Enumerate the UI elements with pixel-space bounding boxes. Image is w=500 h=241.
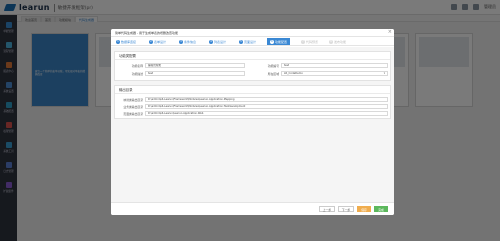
base-config-panel: 功能类配置 功能名称 编辑管理类 功能编号 test 功能描述 test 所在区… [114,51,391,81]
dialog-body: 功能类配置 功能名称 编辑管理类 功能编号 test 功能描述 test 所在区… [111,47,394,202]
field-label: 映射类输出目录 [123,98,143,102]
output-directory-panel: 输出目录 映射类输出目录 D:\admin\LR-Learun\Framewor… [114,85,391,119]
function-code-input[interactable]: test [281,63,388,68]
step-label: 代码预览 [306,39,319,44]
save-button[interactable]: 保存 [357,206,371,212]
area-select[interactable]: LR_CodeDemo ▾ [281,71,388,76]
step-number: 4 [209,39,213,44]
step-label: 发布功能 [334,39,347,44]
step-number: 8 [329,39,333,44]
dialog-footer: 上一步 下一步 保存 完成 [111,202,394,215]
step-3[interactable]: 3 条件信息 [179,39,196,44]
step-7[interactable]: 7 代码预览 [301,39,318,44]
business-output-dir-input[interactable]: D:\admin\LR-Learun\Framework\Modules\Lea… [145,104,388,109]
step-6[interactable]: 6 功能配置 [267,38,291,45]
field-label: 所在区域 [267,72,279,76]
field-label: 业务类输出目录 [123,105,143,109]
field-label: 功能名称 [131,64,143,68]
chevron-down-icon: ▾ [383,72,385,75]
step-number: 5 [239,39,243,44]
dialog-header: 简单代码生成器 - 用于生成单表的增删改查功能 × [111,29,394,37]
function-name-input[interactable]: 编辑管理类 [145,63,245,68]
step-number: 2 [149,39,153,44]
mapping-output-dir-input[interactable]: D:\admin\LR-Learun\Framework\Modules\Lea… [145,97,388,102]
step-8[interactable]: 8 发布功能 [329,39,346,44]
area-select-value: LR_CodeDemo [284,72,303,75]
panel-heading: 功能类配置 [115,52,390,60]
prev-step-button[interactable]: 上一步 [319,206,335,212]
finish-button[interactable]: 完成 [374,206,388,212]
step-2[interactable]: 2 表单设计 [149,39,166,44]
step-number: 1 [116,39,120,44]
step-label: 表单设计 [154,39,167,44]
close-icon[interactable]: × [388,30,392,35]
step-number: 6 [270,39,274,44]
step-label: 功能配置 [275,39,288,44]
field-label: 功能描述 [131,72,143,76]
wizard-steps: 1 数据库连接 2 表单设计 3 条件信息 4 列表设计 5 页面设计 6 功能… [111,37,394,46]
step-label: 数据库连接 [121,39,137,44]
panel-heading: 输出目录 [115,86,390,94]
code-generator-dialog: 简单代码生成器 - 用于生成单表的增删改查功能 × 1 数据库连接 2 表单设计… [111,29,394,215]
step-4[interactable]: 4 列表设计 [209,39,226,44]
next-step-button[interactable]: 下一步 [338,206,354,212]
dialog-title: 简单代码生成器 - 用于生成单表的增删改查功能 [115,31,178,35]
step-number: 7 [301,39,305,44]
step-label: 列表设计 [214,39,227,44]
step-5[interactable]: 5 页面设计 [239,39,256,44]
function-desc-input[interactable]: test [145,71,245,76]
page-output-dir-input[interactable]: D:\admin\LR-Learun\Learun.Application.We… [145,111,388,116]
step-number: 3 [179,39,183,44]
step-1[interactable]: 1 数据库连接 [116,39,136,44]
step-label: 条件信息 [184,39,197,44]
step-label: 页面设计 [244,39,257,44]
field-label: 功能编号 [267,64,279,68]
field-label: 页面类输出目录 [123,112,143,116]
